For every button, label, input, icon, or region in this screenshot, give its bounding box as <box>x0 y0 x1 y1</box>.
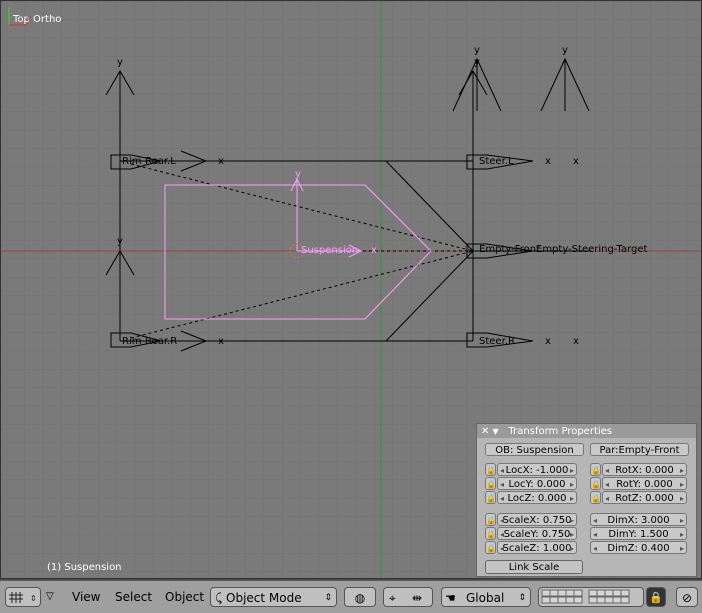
scaley-field[interactable]: ◂ ScaleY: 0.750 ▸ <box>497 527 577 540</box>
transform-properties-panel: ✕ ▼ Transform Properties OB: Suspension … <box>476 423 697 577</box>
label-y-rear-r: y <box>117 236 123 247</box>
parent-field[interactable]: Par:Empty-Front <box>590 443 689 456</box>
rotx-field[interactable]: ◂ RotX: 0.000 ▸ <box>602 463 687 476</box>
locx-field[interactable]: ◂ LocX: -1.000 ▸ <box>497 463 577 476</box>
orientation-selector[interactable]: ☚ Global ⇕ <box>441 587 531 607</box>
label-suspension: Suspension <box>301 245 358 256</box>
sphere-icon: ◍ <box>354 591 366 605</box>
view3d-header: ⇕ ▽ View Select Object ⤹ Object Mode ⇕ ◍… <box>0 580 702 613</box>
menu-object[interactable]: Object <box>163 587 206 607</box>
mode-selector[interactable]: ⤹ Object Mode ⇕ <box>210 587 337 607</box>
dimy-field[interactable]: ◂ DimY: 1.500 ▸ <box>590 527 687 540</box>
label-empty-front: Empty-Front <box>479 244 540 255</box>
label-x-suspension: x <box>371 245 377 256</box>
label-x-target: x <box>573 156 579 167</box>
hand-icon: ☚ <box>445 591 456 605</box>
lock-icon[interactable]: 🔒 <box>485 527 496 540</box>
svg-text:x: x <box>27 14 32 23</box>
lock-icon[interactable]: 🔒 <box>485 491 496 504</box>
dropdown-arrow-icon: ⇕ <box>518 593 526 603</box>
layer-buttons[interactable] <box>538 587 644 607</box>
svg-text:⇕: ⇕ <box>30 594 37 603</box>
draw-type-button[interactable]: ◍ <box>344 587 376 607</box>
label-x-rear-r: x <box>218 336 224 347</box>
label-y-rear-l: y <box>117 57 123 68</box>
object-mode-icon: ⤹ <box>215 591 223 605</box>
collapse-menu-icon[interactable]: ▽ <box>46 587 62 607</box>
lock-icon[interactable]: 🔒 <box>485 541 496 554</box>
panel-header[interactable]: ✕ ▼ Transform Properties <box>477 424 696 438</box>
object-name-field[interactable]: OB: Suspension <box>485 443 584 456</box>
pivot-buttons[interactable]: ⌖ ⇹ <box>383 587 433 607</box>
lock-icon[interactable]: 🔒 <box>590 477 601 490</box>
label-y-suspension: y <box>295 169 301 180</box>
roty-field[interactable]: ◂ RotY: 0.000 ▸ <box>602 477 687 490</box>
link-scale-button[interactable]: Link Scale <box>485 560 583 574</box>
label-y-steer-2: y <box>474 57 480 68</box>
label-x-target-r: x <box>573 336 579 347</box>
label-x-steer-r: x <box>545 336 551 347</box>
lock-icon[interactable]: 🔒 <box>590 463 601 476</box>
label-x-rear-l: x <box>218 156 224 167</box>
rotz-field[interactable]: ◂ RotZ: 0.000 ▸ <box>602 491 687 504</box>
panel-title: Transform Properties <box>508 425 613 437</box>
manipulator-icon[interactable]: ⇹ <box>412 588 422 608</box>
selected-object-status: (1) Suspension <box>47 562 122 573</box>
scalex-field[interactable]: ◂ ScaleX: 0.750 ▸ <box>497 513 577 526</box>
label-steer-l: Steer.L <box>479 156 514 167</box>
axis-gizmo-icon: x <box>8 7 32 26</box>
dimz-field[interactable]: ◂ DimZ: 0.400 ▸ <box>590 541 687 554</box>
lock-layers-icon[interactable]: 🔒 <box>646 587 666 607</box>
pivot-icon[interactable]: ⌖ <box>389 588 396 608</box>
locz-field[interactable]: ◂ LocZ: 0.000 ▸ <box>497 491 577 504</box>
menu-view[interactable]: View <box>70 587 102 607</box>
label-rim-rear-r: Rim-Rear.R <box>122 336 177 347</box>
lock-icon[interactable]: 🔒 <box>485 513 496 526</box>
label-steer-r: Steer.R <box>479 336 515 347</box>
grid-icon: ⇕ <box>9 592 37 603</box>
label-empty-steering-target: Empty-Steering-Target <box>536 244 648 255</box>
label-y-steer: y <box>474 45 480 56</box>
lock-icon[interactable]: 🔒 <box>590 491 601 504</box>
label-x-steer-l: x <box>545 156 551 167</box>
scalez-field[interactable]: ◂ ScaleZ: 1.000 ▸ <box>497 541 577 554</box>
lock-icon[interactable]: 🔒 <box>485 463 496 476</box>
lock-icon[interactable]: 🔒 <box>485 477 496 490</box>
collapse-icon[interactable]: ▼ <box>492 427 498 436</box>
dropdown-arrow-icon: ⇕ <box>324 593 332 603</box>
menu-select[interactable]: Select <box>113 587 154 607</box>
label-rim-rear-l: Rim-Rear.L <box>122 156 176 167</box>
editor-type-button[interactable]: ⇕ <box>5 587 41 607</box>
close-icon[interactable]: ✕ <box>481 426 489 437</box>
render-icon[interactable]: ⊘ <box>676 587 698 607</box>
label-y-target: y <box>562 45 568 56</box>
layers-grid-icon <box>541 589 630 604</box>
dimx-field[interactable]: ◂ DimX: 3.000 ▸ <box>590 513 687 526</box>
locy-field[interactable]: ◂ LocY: 0.000 ▸ <box>497 477 577 490</box>
